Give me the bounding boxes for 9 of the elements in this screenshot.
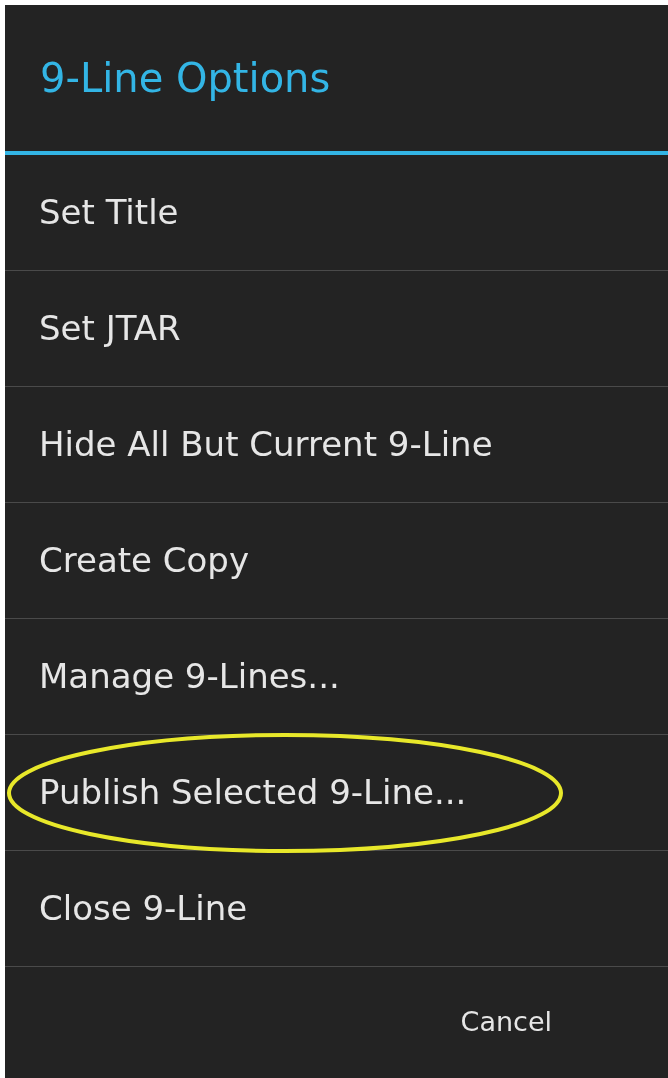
menu-item[interactable]: Manage 9-Lines... — [5, 619, 668, 735]
menu-item[interactable]: Publish Selected 9-Line... — [5, 735, 668, 851]
menu-item[interactable]: Set Title — [5, 155, 668, 271]
menu-item[interactable]: Close 9-Line — [5, 851, 668, 967]
dialog-title: 9-Line Options — [5, 5, 668, 155]
menu-item[interactable]: Set JTAR — [5, 271, 668, 387]
menu-item[interactable]: Hide All But Current 9-Line — [5, 387, 668, 503]
cancel-button[interactable]: Cancel — [454, 1001, 558, 1044]
menu-item[interactable]: Create Copy — [5, 503, 668, 619]
